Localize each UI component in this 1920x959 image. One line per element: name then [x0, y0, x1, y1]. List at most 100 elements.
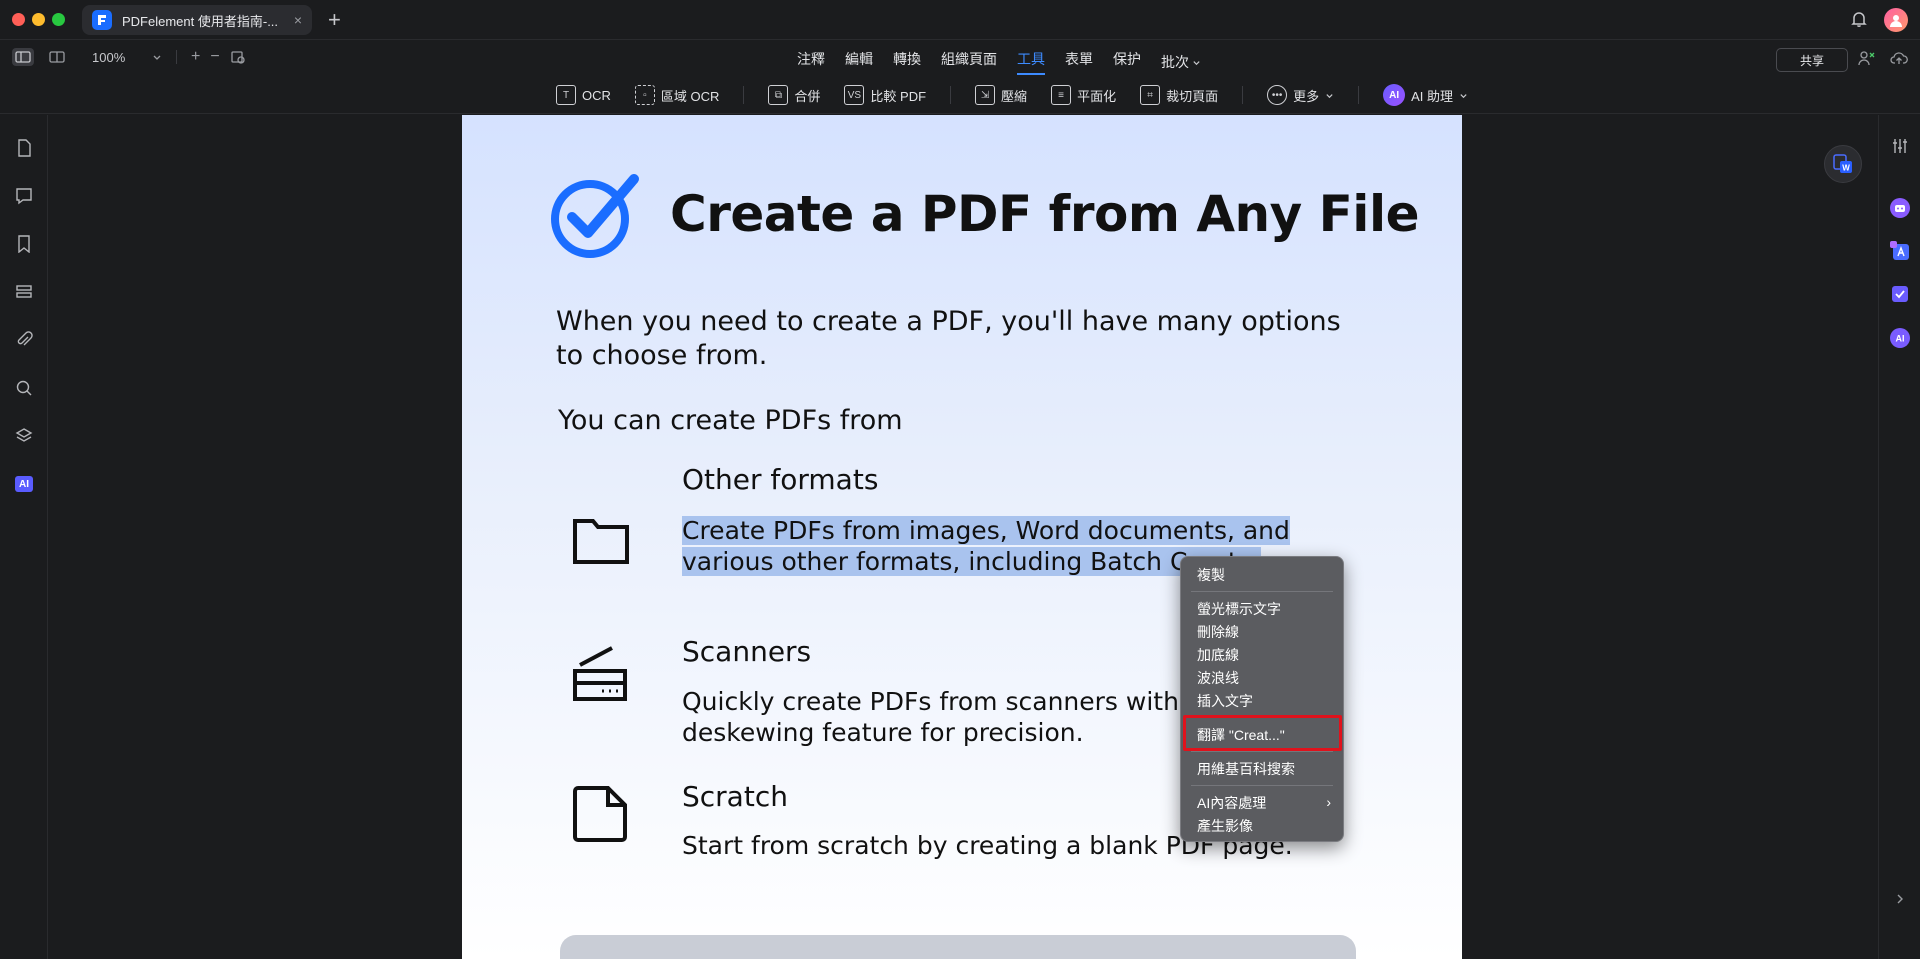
flatten-icon: ≡	[1051, 85, 1072, 105]
zoom-dropdown-chevron-icon[interactable]	[152, 52, 162, 62]
layers-list-icon[interactable]	[14, 282, 34, 302]
ai-sidebar-icon[interactable]: AI	[14, 474, 34, 494]
pdfelement-logo-icon	[92, 10, 112, 30]
share-button[interactable]: 共享	[1776, 48, 1848, 72]
checkmark-logo-icon	[551, 174, 639, 258]
right-sidebar: AI	[1878, 115, 1920, 959]
zoom-out-button[interactable]: −	[210, 48, 219, 66]
menu-item-insert-text[interactable]: 插入文字	[1181, 689, 1343, 712]
collaborate-icon[interactable]	[1858, 50, 1876, 71]
folder-icon	[573, 519, 629, 564]
chevron-down-icon	[1193, 60, 1200, 65]
floating-convert-button[interactable]: W	[1824, 145, 1862, 183]
ai-assistant-side-icon[interactable]: AI	[1889, 327, 1911, 349]
ai-assistant-icon: AI	[1383, 84, 1406, 106]
document-subheading: You can create PDFs from	[558, 405, 903, 436]
menu-batch[interactable]: 批次	[1161, 49, 1201, 75]
menu-comment[interactable]: 注釋	[797, 49, 825, 75]
divider	[950, 86, 952, 104]
svg-text:AI: AI	[1896, 334, 1905, 344]
divider	[743, 86, 745, 104]
layers-icon[interactable]	[14, 426, 34, 446]
more-label: 更多	[1293, 88, 1320, 104]
scanners-text-line-2: deskewing feature for precision.	[682, 718, 1084, 747]
notification-bell-icon[interactable]	[1850, 10, 1868, 33]
menu-organize-pages[interactable]: 組織頁面	[941, 49, 997, 75]
document-title: Create a PDF from Any File	[670, 185, 1420, 243]
search-icon[interactable]	[14, 378, 34, 398]
ai-assistant-button[interactable]: AI AI 助理	[1383, 84, 1468, 106]
ai-content-processing-label: AI內容處理	[1197, 794, 1267, 811]
expand-sidebar-chevron-icon[interactable]	[1889, 888, 1911, 910]
section-heading-scratch: Scratch	[682, 780, 788, 813]
scanner-icon	[573, 646, 627, 701]
menu-divider	[1191, 751, 1333, 752]
compare-icon: VS	[844, 85, 865, 105]
cloud-upload-icon[interactable]	[1890, 50, 1908, 71]
crop-pages-tool-button[interactable]: ⌗ 裁切頁面	[1140, 85, 1218, 105]
main-toolbar: 100% + − 注釋 編輯 轉換 組織頁面 工具 表單 保护 批次 共享	[0, 40, 1920, 76]
merge-tool-button[interactable]: ⧉ 合併	[768, 85, 820, 105]
submenu-arrow-icon: ›	[1326, 794, 1331, 810]
menu-item-generate-image[interactable]: 產生影像	[1181, 814, 1343, 837]
menu-item-copy[interactable]: 複製	[1181, 563, 1343, 586]
menu-item-underline[interactable]: 加底線	[1181, 643, 1343, 666]
ocr-tool-button[interactable]: T OCR	[556, 85, 611, 105]
ai-assistant-label: AI 助理	[1411, 88, 1454, 104]
sidebar-toggle-icon[interactable]	[12, 48, 34, 66]
convert-to-word-icon: W	[1833, 154, 1852, 173]
document-tab[interactable]: PDFelement 使用者指南-... ×	[82, 5, 312, 35]
region-ocr-label: 區域 OCR	[660, 88, 720, 104]
svg-text:W: W	[1842, 164, 1850, 173]
user-avatar[interactable]	[1884, 8, 1908, 32]
menu-item-highlight[interactable]: 螢光標示文字	[1181, 597, 1343, 620]
selected-text-line-2[interactable]: various other formats, including Batch C…	[682, 547, 1261, 576]
translate-icon[interactable]	[1889, 240, 1911, 262]
attachment-icon[interactable]	[14, 330, 34, 350]
menu-convert[interactable]: 轉換	[893, 49, 921, 75]
context-menu: 複製 螢光標示文字 刪除線 加底線 波浪线 插入文字 翻譯 "Creat..."…	[1180, 556, 1344, 842]
menu-edit[interactable]: 編輯	[845, 49, 873, 75]
comments-icon[interactable]	[14, 186, 34, 206]
section-heading-scanners: Scanners	[682, 635, 812, 668]
compare-label: 比較 PDF	[870, 88, 927, 104]
crop-label: 裁切頁面	[1166, 88, 1219, 104]
thumbnails-icon[interactable]	[14, 138, 34, 158]
more-tools-button[interactable]: ••• 更多	[1267, 85, 1334, 105]
divider	[1358, 86, 1360, 104]
menu-item-ai-content-processing[interactable]: AI內容處理 ›	[1181, 791, 1343, 814]
merge-label: 合併	[794, 88, 821, 104]
bookmark-icon[interactable]	[14, 234, 34, 254]
compress-icon: ⇲	[975, 85, 996, 105]
zoom-in-button[interactable]: +	[191, 48, 200, 66]
flatten-tool-button[interactable]: ≡ 平面化	[1051, 85, 1116, 105]
page-layout-icon[interactable]	[46, 48, 68, 66]
menu-tools[interactable]: 工具	[1017, 49, 1045, 75]
new-tab-button[interactable]: +	[328, 8, 341, 32]
region-ocr-tool-button[interactable]: ▫ 區域 OCR	[634, 85, 720, 105]
menu-forms[interactable]: 表單	[1065, 49, 1093, 75]
tab-title: PDFelement 使用者指南-...	[122, 13, 279, 29]
close-window-button[interactable]	[12, 13, 25, 26]
menu-item-wikipedia-search[interactable]: 用維基百科搜索	[1181, 757, 1343, 780]
proofread-check-icon[interactable]	[1889, 283, 1911, 305]
menu-item-squiggly[interactable]: 波浪线	[1181, 666, 1343, 689]
merge-icon: ⧉	[768, 85, 789, 105]
menu-item-strikethrough[interactable]: 刪除線	[1181, 620, 1343, 643]
selected-text-line-1[interactable]: Create PDFs from images, Word documents,…	[682, 516, 1290, 545]
ai-sidebar-label: AI	[15, 476, 33, 492]
minimize-window-button[interactable]	[32, 13, 45, 26]
maximize-window-button[interactable]	[52, 13, 65, 26]
ocr-icon: T	[556, 85, 576, 105]
left-sidebar: AI	[0, 115, 48, 959]
ai-chat-icon[interactable]	[1889, 197, 1911, 219]
properties-sliders-icon[interactable]	[1889, 135, 1911, 157]
compress-tool-button[interactable]: ⇲ 壓縮	[975, 85, 1027, 105]
tab-close-icon[interactable]: ×	[294, 12, 302, 28]
tools-toolbar: T OCR ▫ 區域 OCR ⧉ 合併 VS 比較 PDF ⇲ 壓縮 ≡ 平面化…	[0, 76, 1920, 114]
zoom-level[interactable]: 100%	[92, 50, 142, 65]
menu-protect[interactable]: 保护	[1113, 49, 1141, 75]
menu-divider	[1191, 785, 1333, 786]
fit-page-icon[interactable]	[230, 49, 246, 65]
compare-pdf-tool-button[interactable]: VS 比較 PDF	[844, 85, 926, 105]
